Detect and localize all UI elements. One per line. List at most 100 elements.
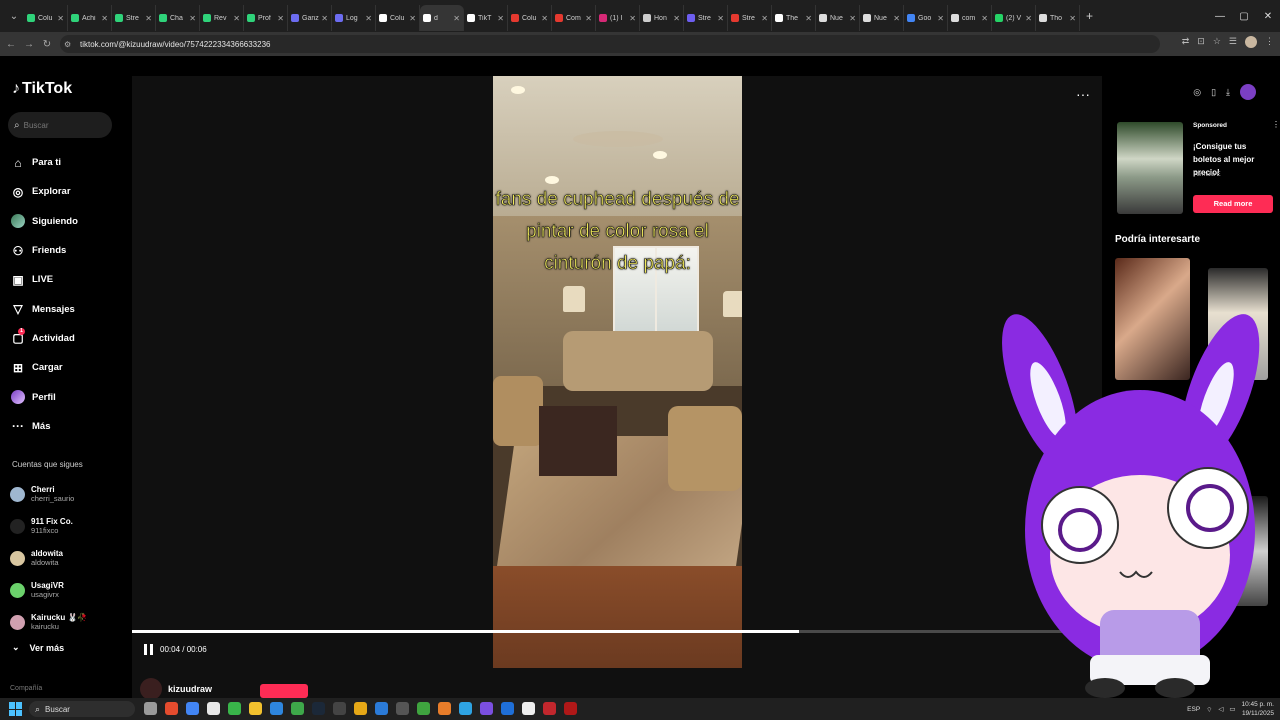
translate-icon[interactable]: ⇄ — [1182, 36, 1190, 48]
browser-tab[interactable]: Colu ✕ — [24, 5, 68, 31]
nav-item[interactable]: ⚇ Friends — [10, 236, 130, 265]
download-icon[interactable]: ⤓ — [1226, 87, 1230, 98]
tab-close-icon[interactable]: ✕ — [805, 14, 812, 23]
browser-tab[interactable]: Cha ✕ — [156, 5, 200, 31]
tab-close-icon[interactable]: ✕ — [145, 14, 152, 23]
nav-item[interactable]: Perfil — [10, 382, 130, 411]
nav-item[interactable]: ◎ Explorar — [10, 177, 130, 206]
browser-menu-icon[interactable]: ⋮ — [1265, 36, 1274, 48]
back-icon[interactable]: ← — [2, 39, 20, 50]
firefox-icon[interactable] — [438, 702, 451, 715]
nav-item[interactable]: ⊞ Cargar — [10, 353, 130, 382]
browser-tab[interactable]: Stre ✕ — [728, 5, 772, 31]
tab-close-icon[interactable]: ✕ — [101, 14, 108, 23]
tab-close-icon[interactable]: ✕ — [233, 14, 240, 23]
app-icon[interactable] — [354, 702, 367, 715]
browser-tab[interactable]: Com ✕ — [552, 5, 596, 31]
browser-tab[interactable]: Achi ✕ — [68, 5, 112, 31]
following-account[interactable]: UsagiVR usagivrx — [10, 574, 130, 606]
phone-icon[interactable]: ▯ — [1211, 87, 1216, 98]
browser-tab[interactable]: Rev ✕ — [200, 5, 244, 31]
tab-close-icon[interactable]: ✕ — [497, 14, 504, 23]
browser-tab[interactable]: com ✕ — [948, 5, 992, 31]
browser-tab[interactable]: Goo ✕ — [904, 5, 948, 31]
minimize-icon[interactable]: — — [1208, 11, 1232, 22]
maximize-icon[interactable]: ▢ — [1232, 11, 1256, 22]
tab-close-icon[interactable]: ✕ — [453, 14, 460, 23]
following-account[interactable]: 911 Fix Co. 911fixco — [10, 510, 130, 542]
photos-icon[interactable] — [270, 702, 283, 715]
reload-icon[interactable]: ↻ — [38, 39, 56, 50]
task-view-icon[interactable] — [144, 702, 157, 715]
install-app-icon[interactable]: ⊡ — [1197, 36, 1205, 48]
author-avatar[interactable] — [140, 678, 162, 700]
new-tab-icon[interactable]: + — [1086, 9, 1093, 23]
tab-close-icon[interactable]: ✕ — [717, 14, 724, 23]
more-options-icon[interactable]: ··· — [1076, 86, 1090, 102]
read-more-button[interactable]: Read more — [1193, 195, 1273, 213]
browser-tab[interactable]: (2) V ✕ — [992, 5, 1036, 31]
browser-tab[interactable]: (1) I ✕ — [596, 5, 640, 31]
browser-tab[interactable]: The ✕ — [772, 5, 816, 31]
battle-net-icon[interactable] — [375, 702, 388, 715]
following-account[interactable]: Cherri cherri_saurio — [10, 478, 130, 510]
tab-close-icon[interactable]: ✕ — [981, 14, 988, 23]
video-player[interactable]: fans de cuphead después de pintar de col… — [493, 76, 742, 668]
discord-icon[interactable] — [480, 702, 493, 715]
windows-start-icon[interactable] — [9, 702, 23, 716]
browser-profile-avatar[interactable] — [1245, 36, 1257, 48]
browser-tab[interactable]: Nue ✕ — [860, 5, 904, 31]
browser-tab[interactable]: Prof ✕ — [244, 5, 288, 31]
tab-close-icon[interactable]: ✕ — [57, 14, 64, 23]
language-indicator[interactable]: ESP — [1187, 706, 1200, 713]
tab-close-icon[interactable]: ✕ — [585, 14, 592, 23]
browser-tab[interactable]: d ✕ — [420, 5, 464, 31]
forward-icon[interactable]: → — [20, 39, 38, 50]
author-name[interactable]: kizuudraw — [168, 684, 212, 694]
steam-icon[interactable] — [312, 702, 325, 715]
tab-close-icon[interactable]: ✕ — [1069, 14, 1076, 23]
browser-tab[interactable]: Nue ✕ — [816, 5, 860, 31]
app-icon[interactable] — [564, 702, 577, 715]
site-info-icon[interactable]: ⚙ — [64, 40, 76, 49]
extensions-icon[interactable]: ☰ — [1229, 36, 1237, 48]
tab-close-icon[interactable]: ✕ — [365, 14, 372, 23]
browser-tab[interactable]: Tho ✕ — [1036, 5, 1080, 31]
tab-search-icon[interactable]: ⌄ — [4, 6, 24, 26]
volume-icon[interactable]: ◁ — [1218, 705, 1223, 713]
file-explorer-icon[interactable] — [249, 702, 262, 715]
wifi-icon[interactable]: ⌔ — [1206, 705, 1212, 714]
taskbar-search[interactable]: ⌕ Buscar — [29, 701, 135, 717]
valorant-icon[interactable] — [543, 702, 556, 715]
nav-item[interactable]: ▢ 1 Actividad — [10, 324, 130, 353]
address-bar[interactable]: ⚙ tiktok.com/@kizuudraw/video/7574222334… — [60, 35, 1160, 53]
bookmark-star-icon[interactable]: ☆ — [1213, 36, 1221, 48]
coin-icon[interactable]: ◎ — [1193, 87, 1201, 98]
tab-close-icon[interactable]: ✕ — [673, 14, 680, 23]
store-icon[interactable] — [207, 702, 220, 715]
tab-close-icon[interactable]: ✕ — [321, 14, 328, 23]
browser-tab[interactable]: Colu ✕ — [508, 5, 552, 31]
search-input[interactable]: ⌕ Buscar — [8, 112, 112, 138]
edge-icon[interactable] — [459, 702, 472, 715]
close-window-icon[interactable]: ✕ — [1256, 11, 1280, 22]
clock[interactable]: 10:45 p. m. 19/11/2025 — [1241, 700, 1274, 718]
nav-item[interactable]: ▽ Mensajes — [10, 294, 130, 323]
pause-icon[interactable] — [144, 644, 154, 655]
video-progress-bar[interactable] — [132, 630, 1102, 633]
browser-tab[interactable]: Log ✕ — [332, 5, 376, 31]
browser-tab[interactable]: Ganz ✕ — [288, 5, 332, 31]
tab-close-icon[interactable]: ✕ — [1025, 14, 1032, 23]
battery-icon[interactable]: ▭ — [1229, 705, 1235, 713]
app-icon[interactable] — [501, 702, 514, 715]
tab-close-icon[interactable]: ✕ — [409, 14, 416, 23]
follow-author-button[interactable] — [260, 684, 308, 698]
minecraft-icon[interactable] — [417, 702, 430, 715]
browser-tab[interactable]: Stre ✕ — [684, 5, 728, 31]
browser-tab[interactable]: Colu ✕ — [376, 5, 420, 31]
tab-close-icon[interactable]: ✕ — [761, 14, 768, 23]
following-account[interactable]: Kairucku 🐰🥀 kairucku — [10, 606, 130, 638]
obs-icon[interactable] — [396, 702, 409, 715]
brave-icon[interactable] — [165, 702, 178, 715]
nav-item[interactable]: ▣ LIVE — [10, 265, 130, 294]
